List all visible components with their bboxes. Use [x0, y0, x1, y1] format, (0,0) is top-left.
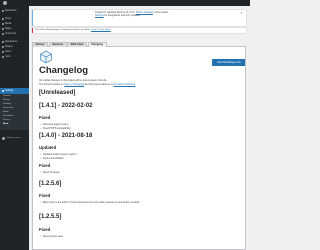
collapse-icon: [2, 136, 5, 140]
heading-unreleased: [Unreleased]: [39, 90, 76, 96]
sidebar-item-appearance[interactable]: Appearance: [0, 40, 29, 44]
heading-fixed: Fixed: [39, 227, 51, 232]
sidebar-item-pages[interactable]: Pages: [0, 27, 29, 31]
heading-version-1-4-1: [1.4.1] - 2022-02-02: [39, 103, 93, 109]
heading-version-1-2-5-5: [1.2.5.5]: [39, 214, 62, 220]
list-item: Implemented Babel: [41, 157, 64, 160]
users-icon: [2, 51, 4, 53]
appearance-icon: [2, 41, 4, 43]
posts-icon: [2, 18, 4, 20]
sidebar-item-users[interactable]: Users: [0, 50, 29, 54]
settings-link[interactable]: Settings: [95, 14, 104, 17]
wordpress-logo-icon[interactable]: [3, 1, 7, 5]
heading-version-1-2-5-6: [1.2.5.6]: [39, 181, 62, 187]
submenu-discussion[interactable]: Discussion: [3, 107, 13, 110]
heading-fixed: Fixed: [39, 193, 51, 198]
submenu-permalinks[interactable]: Permalinks: [3, 115, 13, 118]
heading-fixed: Fixed: [39, 115, 51, 120]
sidebar-item-dashboard[interactable]: Dashboard: [0, 9, 29, 13]
intro-format-text: The format is based on Keep a Changelog …: [39, 83, 136, 86]
pages-icon: [2, 28, 4, 30]
heading-version-1-4-0: [1.4.0] - 2021-08-18: [39, 133, 93, 139]
heading-updated: Updated: [39, 145, 57, 150]
comments-icon: [2, 33, 4, 35]
settings-tabs: Settings Advanced What's New Changelog: [32, 40, 246, 48]
sidebar-item-tools[interactable]: Tools: [0, 55, 29, 59]
intro-text: All notable changes to this project will…: [39, 79, 108, 82]
update-notice: Thanks for updating Mesh to v1.2.5.6. Wh…: [32, 10, 246, 26]
media-icon: [2, 23, 4, 25]
sidebar-item-media[interactable]: Media: [0, 22, 29, 26]
settings-submenu: General Writing Reading Discussion Media…: [0, 94, 29, 130]
list-item: Fixed section save.: [40, 235, 63, 238]
settings-icon: [2, 90, 4, 92]
list-item: Updated build process to gulp 4: [41, 153, 77, 156]
dismiss-icon[interactable]: ✕: [240, 12, 243, 15]
submenu-media[interactable]: Media: [3, 111, 9, 114]
submenu-writing[interactable]: Writing: [3, 99, 9, 102]
sidebar-item-posts[interactable]: Posts: [0, 17, 29, 21]
list-item: Fixed PHP 8 compatibility: [40, 127, 70, 130]
sidebar-item-comments[interactable]: Comments: [0, 32, 29, 36]
heading-fixed: Fixed: [39, 163, 51, 168]
list-item: Minor fixes to the admin UI and improvem…: [41, 201, 241, 204]
submenu-mesh[interactable]: Mesh: [3, 123, 8, 126]
sidebar-item-plugins[interactable]: Plugins: [0, 45, 29, 49]
changelog-panel: Visit MeshPlugin.com Changelog All notab…: [32, 47, 246, 250]
keep-a-changelog-link[interactable]: Keep a Changelog: [64, 83, 84, 86]
submenu-privacy[interactable]: Privacy: [3, 119, 10, 122]
dashboard-icon: [2, 10, 4, 12]
plugins-icon: [2, 46, 4, 48]
visit-meshplugin-button[interactable]: Visit MeshPlugin.com: [212, 59, 245, 66]
install-classic-editor-link[interactable]: Install Classic Editor: [91, 29, 111, 31]
tools-icon: [2, 56, 4, 58]
page-title: Changelog: [39, 65, 89, 76]
mesh-logo-icon: [40, 50, 52, 64]
collapse-menu-button[interactable]: Collapse menu: [0, 136, 29, 140]
semantic-versioning-link[interactable]: Semantic Versioning: [113, 83, 135, 86]
list-item: Removed legacy beta js: [41, 123, 69, 126]
admin-bar: [0, 0, 250, 6]
classic-editor-notice: The Classic Editor plugin is needed in o…: [32, 28, 246, 33]
admin-sidebar: Dashboard Posts Media Pages Comments App…: [0, 6, 29, 250]
list-item: Fixed JS issues: [41, 171, 60, 174]
submenu-general[interactable]: General: [3, 95, 10, 98]
submenu-reading[interactable]: Reading: [3, 103, 11, 106]
